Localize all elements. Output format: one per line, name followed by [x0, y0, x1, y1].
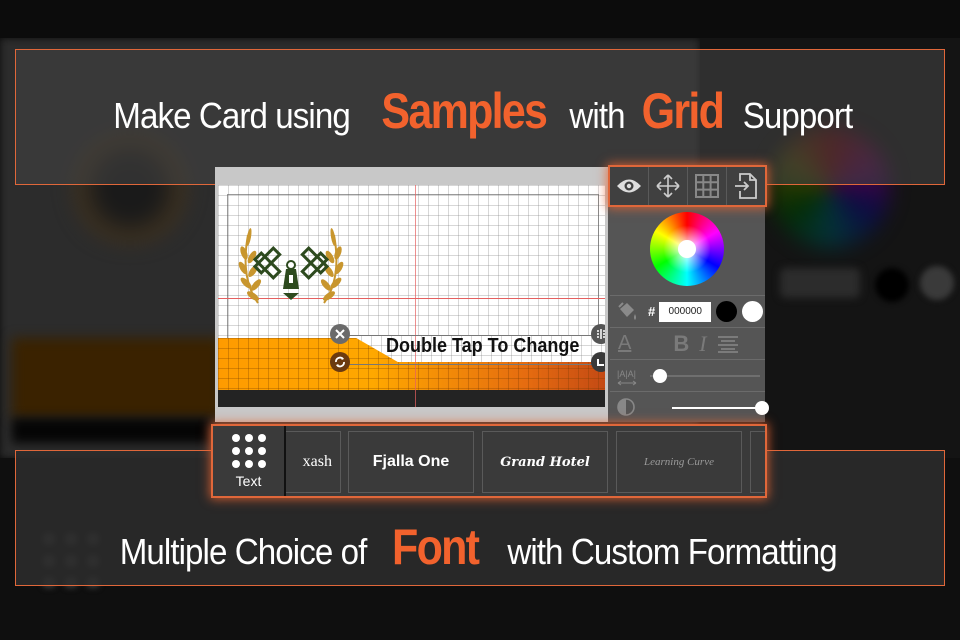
- background-white-swatch: [920, 266, 954, 300]
- font-option-label: Grand Hotel: [500, 454, 590, 470]
- grid-icon: [695, 174, 719, 198]
- card-dark-band: [218, 390, 605, 407]
- text-color-button[interactable]: A: [618, 332, 631, 355]
- move-icon: [656, 174, 680, 198]
- color-row: #: [610, 295, 765, 327]
- font-option-label: Fjalla One: [372, 453, 450, 470]
- align-handle[interactable]: [591, 324, 605, 344]
- top-toolbar: [610, 167, 765, 205]
- hex-color-input[interactable]: [659, 301, 712, 322]
- opacity-slider[interactable]: [672, 407, 764, 409]
- bottom-headline: Multiple Choice of Font with Custom Form…: [109, 518, 852, 576]
- canvas-frame: Double Tap To Change: [215, 167, 608, 422]
- letter-spacing-row: |A|A|: [610, 359, 765, 391]
- background-dark-band: [12, 418, 212, 443]
- import-icon: [735, 173, 757, 199]
- headline-text: Support: [743, 95, 853, 136]
- black-swatch[interactable]: [716, 301, 738, 322]
- windmill-logo[interactable]: [236, 223, 346, 311]
- text-tab-label: Text: [235, 472, 262, 489]
- align-icon: [597, 329, 605, 339]
- font-option-label: Learning Curve: [644, 456, 714, 468]
- rotate-icon: [335, 356, 345, 368]
- font-option-learning-curve[interactable]: Learning Curve: [616, 431, 742, 493]
- letter-spacing-knob[interactable]: [653, 369, 667, 383]
- svg-text:|A|A|: |A|A|: [617, 369, 636, 379]
- background-black-swatch: [875, 268, 909, 302]
- grid-guide-vertical: [415, 185, 416, 407]
- text-tab-button[interactable]: Text: [213, 426, 286, 496]
- hex-hash-label: #: [648, 304, 656, 319]
- headline-text: Multiple Choice of: [119, 531, 367, 572]
- background-hex-field: [780, 268, 860, 298]
- resize-icon: [597, 359, 604, 366]
- align-justify-icon[interactable]: [717, 335, 739, 353]
- font-option-next[interactable]: [750, 431, 765, 493]
- white-swatch[interactable]: [742, 301, 764, 322]
- eye-icon: [617, 179, 641, 193]
- font-option-label: xash: [302, 453, 332, 470]
- headline-accent: Samples: [381, 83, 548, 139]
- top-headline: Make Card using Samples with Grid Suppor…: [103, 82, 858, 140]
- headline-text: Make Card using: [112, 95, 350, 136]
- rotate-handle[interactable]: [330, 352, 350, 372]
- windmill-icon: [252, 246, 330, 300]
- font-picker-strip: Text xash Fjalla One Grand Hotel Learnin…: [213, 426, 765, 496]
- card-canvas[interactable]: Double Tap To Change: [218, 185, 605, 407]
- move-button[interactable]: [649, 167, 688, 205]
- format-row: A B I: [610, 327, 765, 359]
- letter-spacing-icon: |A|A|: [617, 369, 637, 385]
- canvas-text[interactable]: Double Tap To Change: [386, 335, 579, 358]
- color-wheel-knob[interactable]: [678, 240, 696, 258]
- bold-button[interactable]: B: [673, 331, 689, 357]
- paint-bucket-icon: [618, 301, 636, 320]
- background-orange-band: [12, 338, 222, 418]
- headline-accent: Grid: [642, 83, 725, 139]
- opacity-icon: [617, 398, 635, 416]
- italic-button[interactable]: I: [699, 331, 706, 357]
- grid-toggle-button[interactable]: [688, 167, 727, 205]
- font-option-fjalla-one[interactable]: Fjalla One: [348, 431, 474, 493]
- opacity-knob[interactable]: [755, 401, 769, 415]
- top-banner: Make Card using Samples with Grid Suppor…: [15, 49, 945, 185]
- apps-grid-icon: [231, 433, 266, 468]
- card-editor: Double Tap To Change # 000000 A B I |A|A…: [215, 167, 769, 425]
- opacity-row: [610, 391, 769, 422]
- resize-handle[interactable]: [591, 352, 605, 372]
- headline-text: with Custom Formatting: [507, 531, 837, 572]
- import-button[interactable]: [727, 167, 765, 205]
- close-icon: [335, 329, 345, 339]
- headline-text: with: [569, 95, 626, 136]
- preview-button[interactable]: [610, 167, 649, 205]
- delete-handle[interactable]: [330, 324, 350, 344]
- headline-accent: Font: [391, 519, 480, 575]
- font-option-grand-hotel[interactable]: Grand Hotel: [482, 431, 608, 493]
